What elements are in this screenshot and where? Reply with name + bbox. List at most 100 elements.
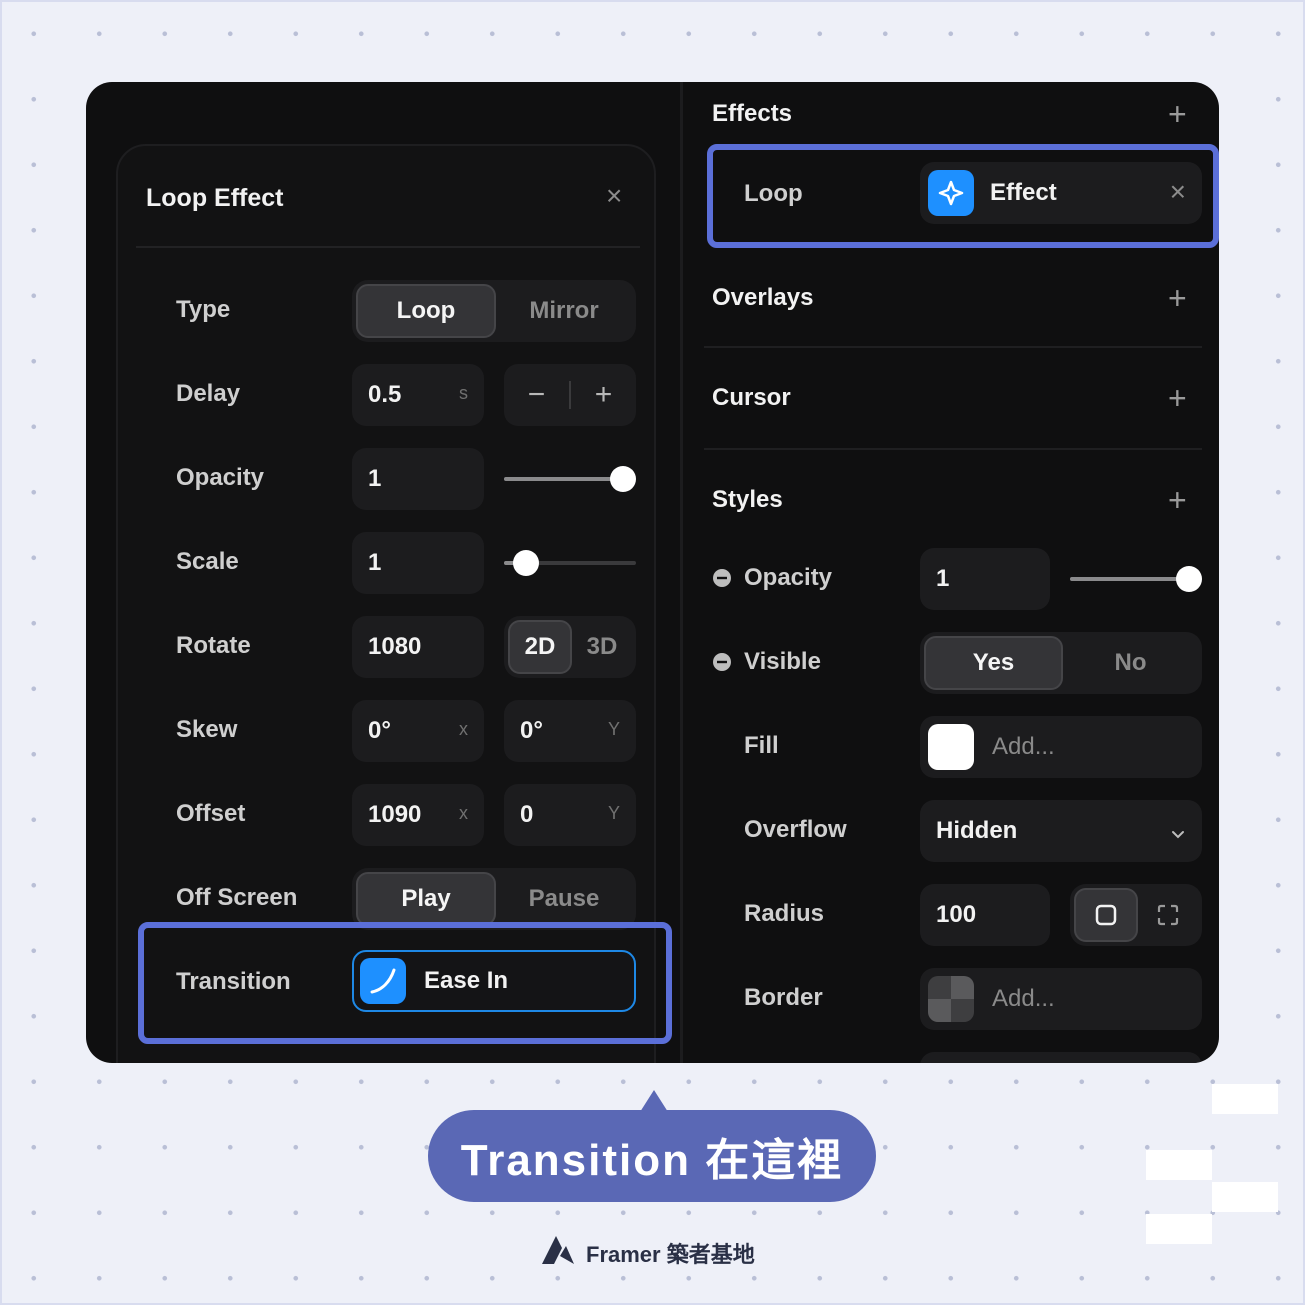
scale-input[interactable]: 1 — [352, 532, 484, 594]
skew-label: Skew — [176, 716, 238, 743]
slider-thumb[interactable] — [1176, 566, 1202, 592]
transition-value: Ease In — [424, 967, 509, 994]
framer-panel: Loop Effect × Type Loop Mirror Delay 0.5… — [86, 82, 1219, 1063]
delay-label: Delay — [176, 380, 241, 407]
delay-value: 0.5 — [368, 381, 402, 408]
offset-y-input[interactable]: 0 Y — [504, 784, 636, 846]
section-divider — [704, 346, 1202, 348]
decor-block — [1146, 1214, 1212, 1244]
delay-input[interactable]: 0.5 s — [352, 364, 484, 426]
scale-value: 1 — [368, 549, 382, 576]
skew-y-input[interactable]: 0° Y — [504, 700, 636, 762]
panel-divider — [680, 82, 683, 1063]
opacity-value: 1 — [368, 465, 382, 492]
close-icon[interactable]: × — [606, 180, 622, 212]
transition-label: Transition — [176, 968, 291, 995]
type-mirror-option[interactable]: Mirror — [496, 284, 632, 338]
styles-opacity-input[interactable]: 1 — [920, 548, 1050, 610]
fill-swatch[interactable] — [928, 724, 974, 770]
next-row-field — [920, 1052, 1202, 1063]
skew-x-value: 0° — [368, 717, 391, 744]
opacity-label: Opacity — [176, 464, 265, 491]
type-loop-option[interactable]: Loop — [356, 284, 496, 338]
x-axis-label: x — [459, 719, 468, 739]
x-axis-label: x — [459, 803, 468, 823]
offscreen-label: Off Screen — [176, 884, 298, 911]
decor-block — [1146, 1150, 1212, 1180]
rotate-input[interactable]: 1080 — [352, 616, 484, 678]
add-effect-plus-icon[interactable]: + — [1168, 98, 1187, 130]
popover-title: Loop Effect — [146, 184, 284, 212]
slider-thumb[interactable] — [513, 550, 540, 576]
caption-bubble: Transition 在這裡 — [428, 1110, 876, 1202]
border-swatch[interactable] — [928, 976, 974, 1022]
remove-effect-close-icon[interactable]: × — [1170, 176, 1186, 208]
add-overlay-plus-icon[interactable]: + — [1168, 282, 1187, 314]
slider-thumb[interactable] — [610, 466, 636, 492]
styles-opacity-value: 1 — [936, 565, 950, 592]
rotate-label: Rotate — [176, 632, 251, 659]
radius-uniform-icon[interactable] — [1074, 888, 1138, 942]
framer-logo-icon — [540, 1234, 576, 1271]
loop-label: Loop — [744, 180, 803, 207]
fill-placeholder: Add... — [992, 733, 1055, 760]
sparkle-icon — [928, 170, 974, 216]
radius-input[interactable]: 100 — [920, 884, 1050, 946]
rotate-mode-segmented: 2D 3D — [504, 616, 636, 678]
offset-label: Offset — [176, 800, 246, 827]
rotate-2d-option[interactable]: 2D — [508, 620, 572, 674]
slider-fill — [1070, 577, 1189, 581]
offscreen-play-option[interactable]: Play — [356, 872, 496, 926]
offscreen-pause-option[interactable]: Pause — [496, 872, 632, 926]
y-axis-label: Y — [607, 803, 620, 823]
transition-select[interactable]: Ease In — [352, 950, 636, 1012]
scale-label: Scale — [176, 548, 239, 575]
opacity-input[interactable]: 1 — [352, 448, 484, 510]
rotate-3d-option[interactable]: 3D — [572, 620, 632, 674]
cursor-title: Cursor — [712, 384, 791, 411]
styles-opacity-slider[interactable] — [1070, 548, 1202, 610]
scale-slider[interactable] — [504, 532, 636, 594]
skew-y-value: 0° — [520, 717, 543, 744]
type-label: Type — [176, 296, 231, 323]
remove-visible-minus-circle-icon[interactable] — [712, 652, 732, 677]
decor-block — [1212, 1182, 1278, 1212]
effect-chip[interactable]: Effect × — [920, 162, 1202, 224]
type-segmented: Loop Mirror — [352, 280, 636, 342]
offset-x-input[interactable]: 1090 x — [352, 784, 484, 846]
delay-stepper: − + — [504, 364, 636, 426]
styles-opacity-label: Opacity — [744, 564, 833, 591]
offset-x-value: 1090 — [368, 801, 422, 828]
visible-no-option[interactable]: No — [1063, 636, 1198, 690]
overlays-title: Overlays — [712, 284, 814, 311]
minus-button[interactable]: − — [504, 378, 569, 412]
add-cursor-plus-icon[interactable]: + — [1168, 382, 1187, 414]
rotate-value: 1080 — [368, 633, 422, 660]
border-placeholder: Add... — [992, 985, 1055, 1012]
skew-x-input[interactable]: 0° x — [352, 700, 484, 762]
ease-curve-icon — [360, 958, 406, 1004]
delay-unit: s — [459, 383, 468, 403]
decor-block — [1212, 1084, 1278, 1114]
plus-button[interactable]: + — [571, 378, 636, 412]
styles-title: Styles — [712, 486, 783, 513]
offscreen-segmented: Play Pause — [352, 868, 636, 930]
y-axis-label: Y — [607, 719, 620, 739]
popover-divider — [136, 246, 640, 248]
radius-individual-corners-icon[interactable] — [1138, 888, 1198, 942]
brand-name: Framer 築者基地 — [586, 1241, 755, 1267]
opacity-slider[interactable] — [504, 448, 636, 510]
border-input[interactable]: Add... — [920, 968, 1202, 1030]
effect-chip-label: Effect — [990, 179, 1057, 206]
radius-label: Radius — [744, 900, 825, 927]
radius-mode-segmented — [1070, 884, 1202, 946]
fill-label: Fill — [744, 732, 779, 759]
overflow-select[interactable]: Hidden — [920, 800, 1202, 862]
fill-input[interactable]: Add... — [920, 716, 1202, 778]
add-style-plus-icon[interactable]: + — [1168, 484, 1187, 516]
visible-yes-option[interactable]: Yes — [924, 636, 1063, 690]
section-divider — [704, 448, 1202, 450]
brand-footer: Framer 築者基地 — [540, 1234, 755, 1271]
chevron-down-icon — [1170, 822, 1186, 850]
remove-opacity-minus-circle-icon[interactable] — [712, 568, 732, 593]
